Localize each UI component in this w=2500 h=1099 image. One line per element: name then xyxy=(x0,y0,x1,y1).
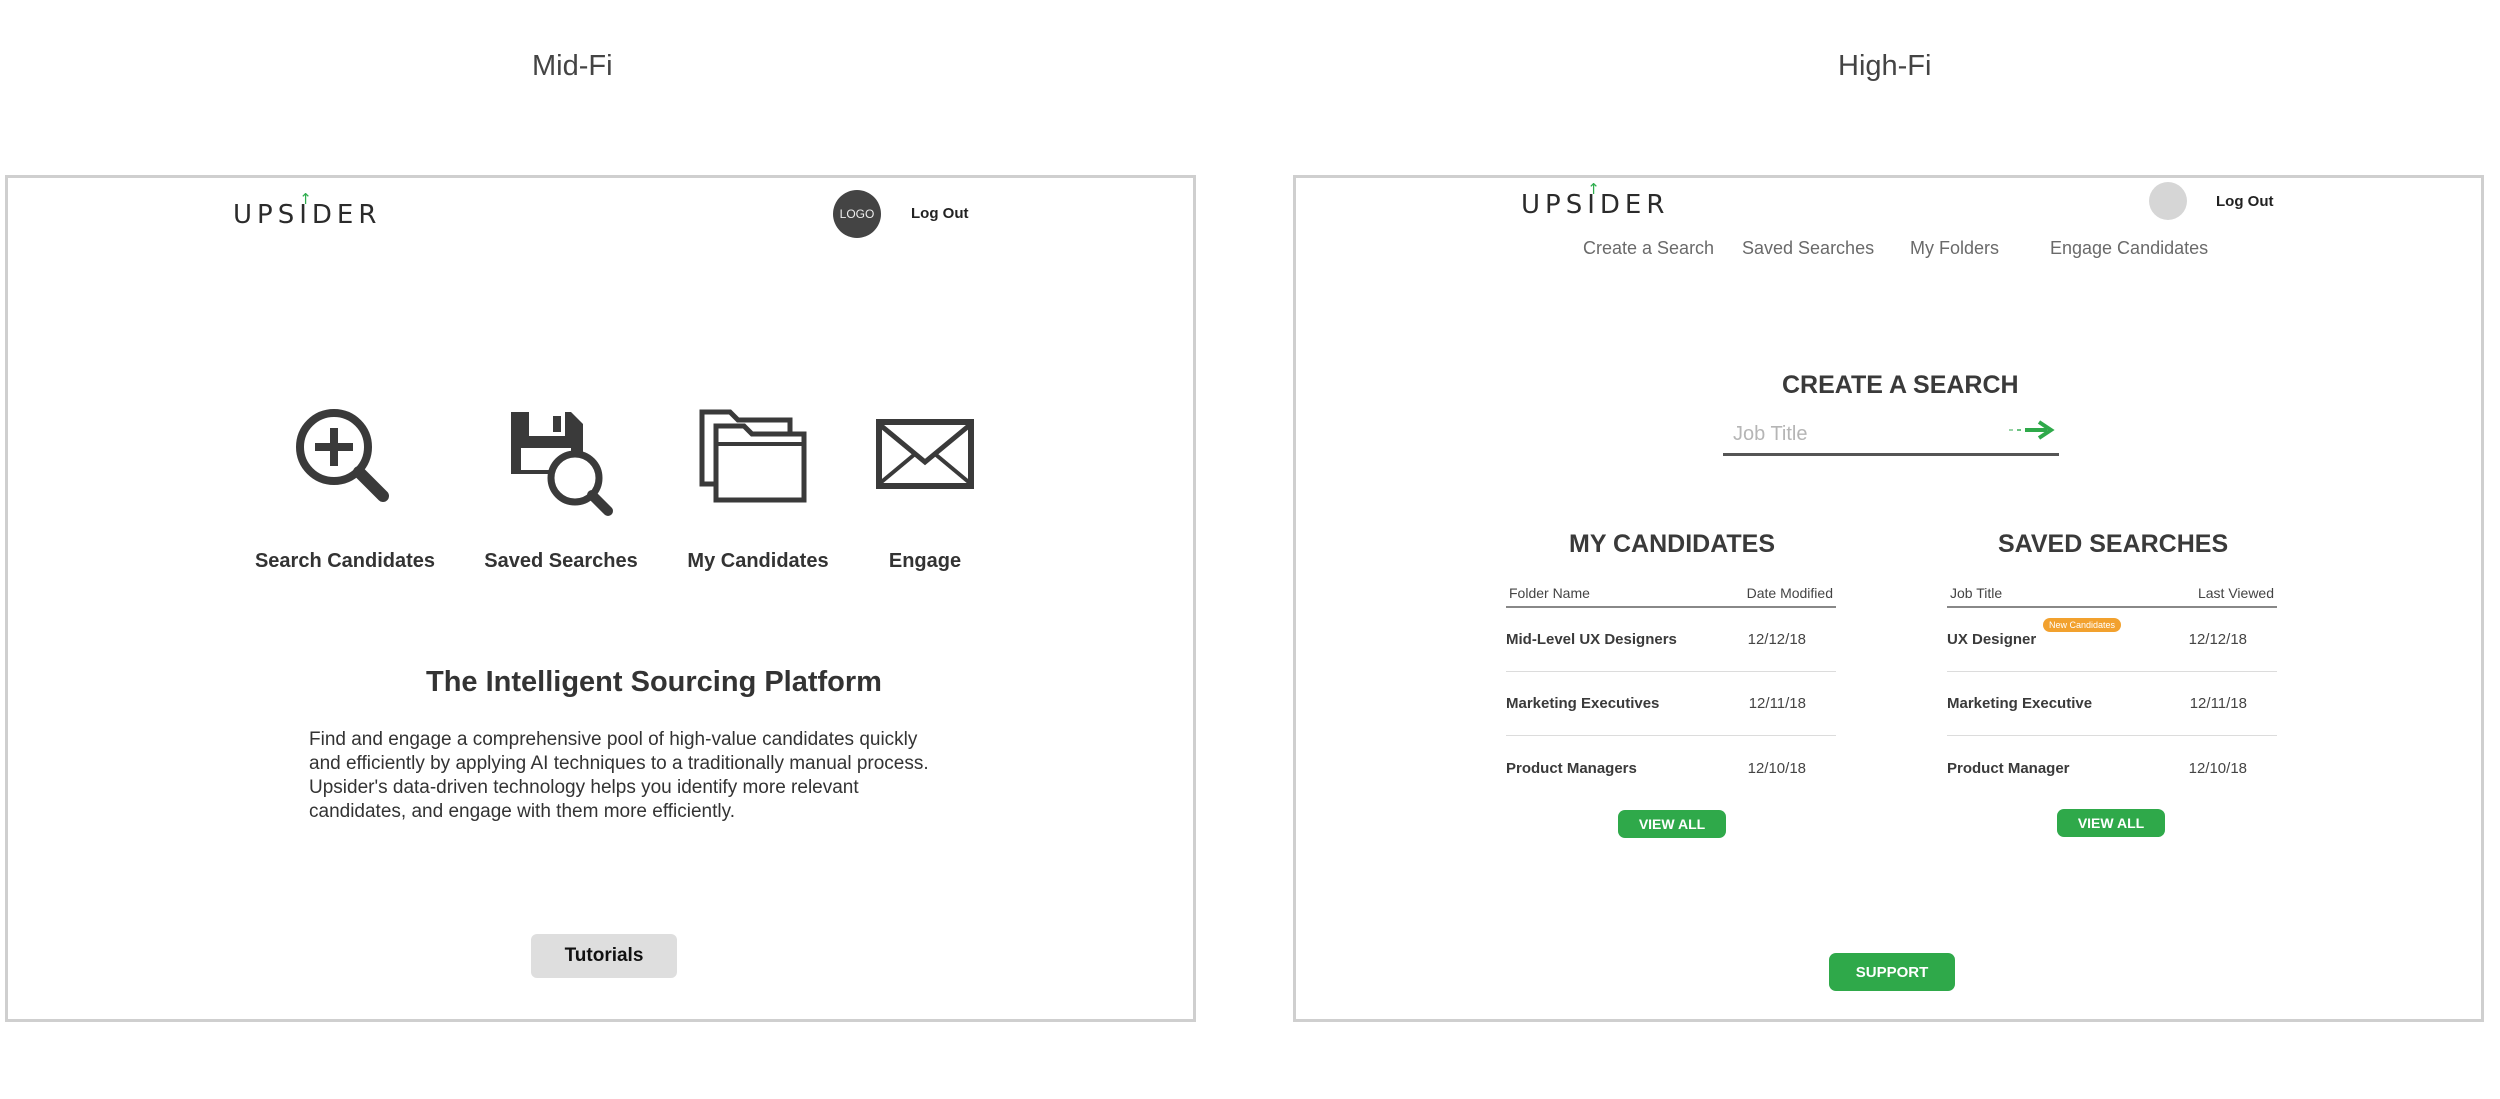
logo-text-post: DER xyxy=(311,200,382,230)
saved-search-icon[interactable] xyxy=(503,406,618,516)
feature-search-candidates[interactable]: Search Candidates xyxy=(250,550,440,573)
my-candidates-table: Folder Name Date Modified Mid-Level UX D… xyxy=(1506,585,1836,800)
job-title-search xyxy=(1723,416,2059,456)
view-all-saved-button[interactable]: VIEW ALL xyxy=(2057,809,2165,837)
logo-arrow-icon: ↑ xyxy=(1587,180,1600,198)
view-all-candidates-button[interactable]: VIEW ALL xyxy=(1618,810,1726,838)
new-candidates-badge: New Candidates xyxy=(2043,618,2122,632)
search-plus-icon[interactable] xyxy=(293,406,393,506)
nav-my-folders[interactable]: My Folders xyxy=(1910,238,1999,259)
row-date: 12/11/18 xyxy=(2189,695,2247,712)
tagline: The Intelligent Sourcing Platform xyxy=(426,666,882,698)
envelope-icon[interactable] xyxy=(875,418,975,490)
row-date: 12/12/18 xyxy=(2188,631,2247,648)
mid-fi-label: Mid-Fi xyxy=(532,50,613,82)
saved-searches-title: SAVED SEARCHES xyxy=(1998,530,2229,558)
logout-link[interactable]: Log Out xyxy=(2216,193,2273,210)
row-date: 12/11/18 xyxy=(1748,695,1806,712)
table-row[interactable]: Mid-Level UX Designers 12/12/18 xyxy=(1506,608,1836,672)
logo-placeholder[interactable]: LOGO xyxy=(833,190,881,238)
feature-engage[interactable]: Engage xyxy=(830,550,1020,573)
tutorials-button[interactable]: Tutorials xyxy=(531,934,677,978)
saved-searches-table: Job Title Last Viewed UX Designer New Can… xyxy=(1947,585,2277,800)
column-date-modified[interactable]: Date Modified xyxy=(1747,585,1833,601)
nav-saved-searches[interactable]: Saved Searches xyxy=(1742,238,1874,259)
nav-engage-candidates[interactable]: Engage Candidates xyxy=(2050,238,2208,259)
logout-link[interactable]: Log Out xyxy=(911,205,968,222)
my-candidates-title: MY CANDIDATES xyxy=(1569,530,1776,558)
upsider-logo[interactable]: UPS ↑ IDER xyxy=(233,190,382,230)
row-name-text: UX Designer xyxy=(1947,631,2037,648)
table-header: Job Title Last Viewed xyxy=(1947,585,2277,608)
table-row[interactable]: Product Manager 12/10/18 xyxy=(1947,736,2277,800)
job-title-input[interactable] xyxy=(1723,416,2003,452)
table-header: Folder Name Date Modified xyxy=(1506,585,1836,608)
folders-icon[interactable] xyxy=(698,408,813,508)
avatar[interactable] xyxy=(2149,182,2187,220)
feature-my-candidates[interactable]: My Candidates xyxy=(663,550,853,573)
mid-fi-frame: UPS ↑ IDER LOGO Log Out Search Candidates … xyxy=(5,175,1196,1022)
feature-saved-searches[interactable]: Saved Searches xyxy=(466,550,656,573)
arrow-right-icon[interactable] xyxy=(2007,418,2057,447)
row-date: 12/12/18 xyxy=(1747,631,1806,648)
nav-create-search[interactable]: Create a Search xyxy=(1583,238,1714,259)
row-name: UX Designer New Candidates xyxy=(1947,618,2122,648)
logo-text-pre: UPS xyxy=(1521,190,1588,220)
row-name: Marketing Executive xyxy=(1947,695,2093,712)
table-row[interactable]: Marketing Executive 12/11/18 xyxy=(1947,672,2277,736)
high-fi-label: High-Fi xyxy=(1838,50,1932,82)
upsider-logo[interactable]: UPS ↑ IDER xyxy=(1521,180,1670,220)
table-row[interactable]: UX Designer New Candidates 12/12/18 xyxy=(1947,608,2277,672)
row-date: 12/10/18 xyxy=(1747,759,1806,777)
column-last-viewed[interactable]: Last Viewed xyxy=(2198,585,2274,601)
row-name: Product Managers xyxy=(1506,759,1637,777)
row-name: Product Manager xyxy=(1947,759,2070,777)
create-search-title: CREATE A SEARCH xyxy=(1782,371,2019,399)
high-fi-frame: UPS ↑ IDER Log Out Create a Search Saved S… xyxy=(1293,175,2484,1022)
description: Find and engage a comprehensive pool of … xyxy=(309,729,929,822)
row-date: 12/10/18 xyxy=(2188,759,2247,777)
table-row[interactable]: Marketing Executives 12/11/18 xyxy=(1506,672,1836,736)
column-job-title[interactable]: Job Title xyxy=(1950,585,2002,601)
logo-text-pre: UPS xyxy=(233,200,300,230)
logo-text-post: DER xyxy=(1599,190,1670,220)
support-button[interactable]: SUPPORT xyxy=(1829,953,1955,991)
row-name: Mid-Level UX Designers xyxy=(1506,631,1677,648)
row-name: Marketing Executives xyxy=(1506,695,1660,712)
logo-arrow-icon: ↑ xyxy=(299,190,312,208)
column-folder-name[interactable]: Folder Name xyxy=(1509,585,1590,601)
table-row[interactable]: Product Managers 12/10/18 xyxy=(1506,736,1836,800)
